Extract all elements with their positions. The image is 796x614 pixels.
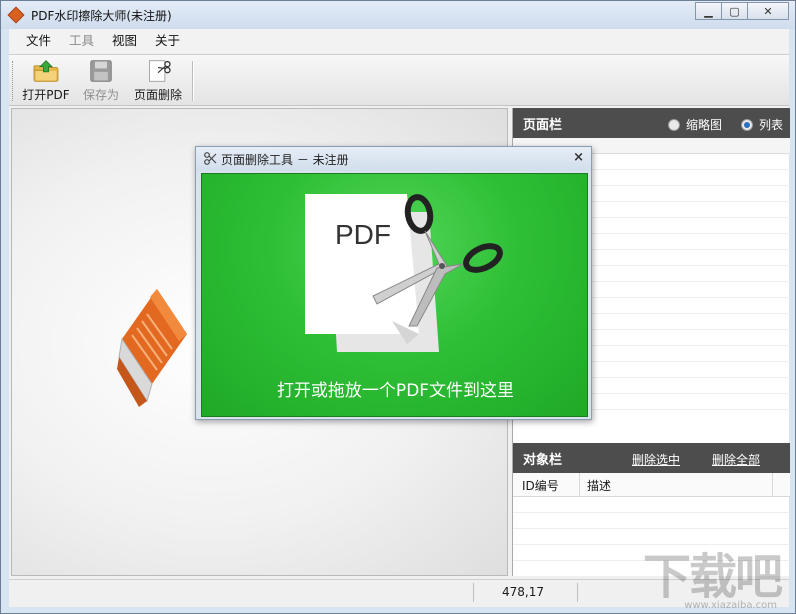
page-panel-header: 页面栏 缩略图 列表 [513, 108, 790, 138]
menu-tools[interactable]: 工具 [60, 31, 103, 51]
page-delete-label: 页面删除 [133, 88, 182, 102]
title-bar[interactable]: PDF水印擦除大师(未注册) ▁ ▢ ✕ [1, 1, 795, 29]
dialog-close-button[interactable]: × [573, 150, 584, 165]
column-id[interactable]: ID编号 [522, 477, 559, 494]
watermark-url: www.xiazaiba.com [684, 600, 777, 611]
close-icon: ✕ [763, 4, 773, 18]
menu-view[interactable]: 视图 [103, 31, 146, 51]
app-window: PDF水印擦除大师(未注册) ▁ ▢ ✕ 文件 工具 视图 关于 打开PDF 保… [0, 0, 796, 614]
page-delete-dialog: 页面删除工具 － 未注册 × PDF 打开或拖放一个PDF文件到这里 [195, 146, 592, 420]
maximize-button[interactable]: ▢ [721, 2, 748, 20]
radio-thumbnail[interactable]: 缩略图 [668, 116, 722, 133]
open-pdf-label: 打开PDF [22, 88, 70, 102]
drop-prompt: 打开或拖放一个PDF文件到这里 [276, 381, 515, 401]
minimize-icon: ▁ [704, 4, 713, 18]
object-panel-header: 对象栏 删除选中 删除全部 [513, 443, 790, 473]
object-table-header: ID编号 描述 [513, 473, 790, 497]
radio-thumbnail-label: 缩略图 [686, 118, 723, 132]
toolbar-grip[interactable] [12, 61, 15, 101]
window-title: PDF水印擦除大师(未注册) [31, 9, 172, 23]
pdf-scissors-icon: PDF [305, 194, 503, 352]
object-panel-title: 对象栏 [523, 453, 563, 468]
pdf-drop-zone[interactable]: PDF 打开或拖放一个PDF文件到这里 [201, 173, 588, 417]
close-button[interactable]: ✕ [747, 2, 789, 20]
open-folder-icon [33, 60, 59, 82]
menu-file[interactable]: 文件 [17, 31, 60, 51]
save-as-label: 保存为 [82, 88, 119, 102]
radio-list-label: 列表 [759, 118, 784, 132]
delete-selected-link[interactable]: 删除选中 [632, 451, 680, 468]
minimize-button[interactable]: ▁ [695, 2, 722, 20]
page-delete-button[interactable]: 页面删除 [129, 59, 187, 103]
column-description[interactable]: 描述 [587, 477, 611, 494]
table-row [513, 513, 790, 529]
menu-bar: 文件 工具 视图 关于 [9, 29, 789, 53]
app-logo-icon [7, 6, 25, 24]
coords-readout: 478,17 [473, 583, 577, 602]
dialog-title: 页面删除工具 － 未注册 [221, 153, 349, 167]
save-disk-icon [90, 60, 112, 82]
scissors-icon [204, 152, 217, 165]
column-divider[interactable] [579, 473, 580, 497]
table-row [513, 497, 790, 513]
radio-list-dot[interactable] [741, 118, 753, 131]
menu-about[interactable]: 关于 [146, 31, 189, 51]
scissors-page-icon [149, 60, 171, 82]
column-divider[interactable] [772, 473, 773, 497]
eraser-logo-icon [117, 289, 187, 407]
dialog-title-bar[interactable]: 页面删除工具 － 未注册 × [196, 147, 591, 171]
save-as-button[interactable]: 保存为 [79, 59, 123, 103]
open-pdf-button[interactable]: 打开PDF [21, 59, 71, 103]
radio-list[interactable]: 列表 [741, 116, 783, 133]
toolbar: 打开PDF 保存为 页面删除 [9, 54, 789, 106]
toolbar-separator [192, 61, 194, 101]
watermark-logo: 下载吧 [642, 549, 783, 605]
radio-thumbnail-dot[interactable] [668, 118, 680, 131]
delete-all-link[interactable]: 删除全部 [712, 451, 760, 468]
maximize-icon: ▢ [729, 4, 740, 18]
pdf-badge: PDF [335, 219, 391, 250]
page-panel-title: 页面栏 [523, 118, 563, 133]
